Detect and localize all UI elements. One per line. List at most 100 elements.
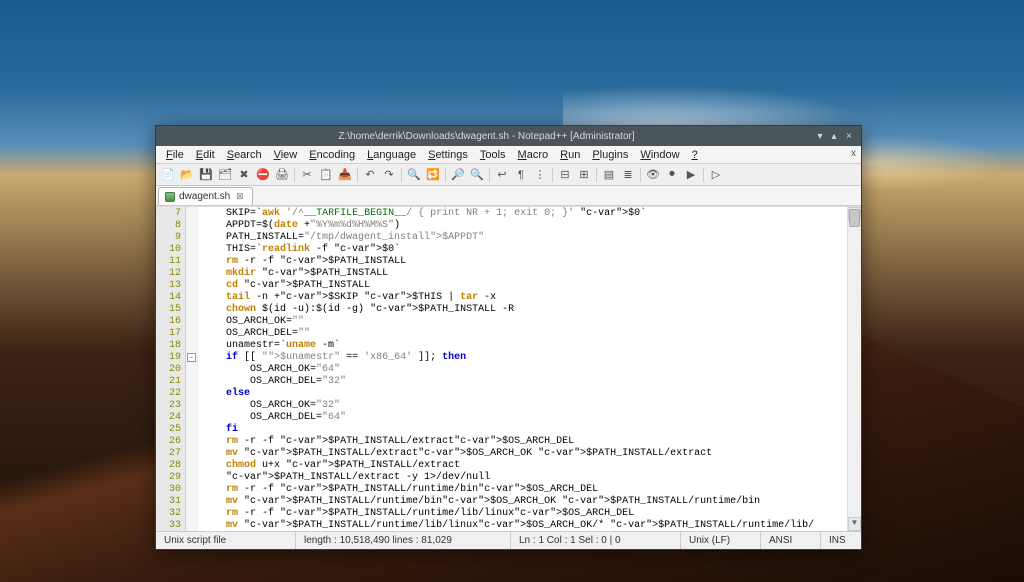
line-number: 8 — [156, 220, 181, 232]
code-line[interactable]: mv "c-var">$PATH_INSTALL/runtime/lib/lin… — [202, 520, 861, 531]
code-line[interactable]: OS_ARCH_OK="" — [202, 316, 861, 328]
status-insmode: INS — [821, 532, 861, 549]
status-filetype: Unix script file — [156, 532, 296, 549]
code-line[interactable]: OS_ARCH_DEL="64" — [202, 412, 861, 424]
fold-toggle[interactable]: - — [187, 353, 196, 362]
print-button[interactable]: 🖨 — [273, 166, 291, 184]
line-number: 12 — [156, 268, 181, 280]
code-line[interactable]: rm -r -f "c-var">$PATH_INSTALL/extract"c… — [202, 436, 861, 448]
zoom-out-button[interactable]: 🔍 — [468, 166, 486, 184]
line-number: 14 — [156, 292, 181, 304]
code-line[interactable]: chown $(id -u):$(id -g) "c-var">$PATH_IN… — [202, 304, 861, 316]
code-area[interactable]: SKIP=`awk '/^__TARFILE_BEGIN__/ { print … — [198, 207, 861, 531]
maximize-button[interactable]: ▴ — [827, 131, 841, 142]
code-line[interactable]: fi — [202, 424, 861, 436]
zoom-in-button[interactable]: 🔎 — [449, 166, 467, 184]
code-line[interactable]: OS_ARCH_DEL="32" — [202, 376, 861, 388]
menu-view[interactable]: View — [268, 149, 304, 161]
vertical-scrollbar[interactable]: ▲ ▼ — [847, 207, 861, 531]
close-button[interactable]: ✖ — [235, 166, 253, 184]
record-button[interactable]: ⏺ — [663, 166, 681, 184]
menu-edit[interactable]: Edit — [190, 149, 221, 161]
code-line[interactable]: OS_ARCH_DEL="" — [202, 328, 861, 340]
code-line[interactable]: tail -n +"c-var">$SKIP "c-var">$THIS | t… — [202, 292, 861, 304]
doc-map-button[interactable]: ▤ — [600, 166, 618, 184]
cut-button[interactable]: ✂ — [298, 166, 316, 184]
save-all-button[interactable]: 🗂 — [216, 166, 234, 184]
code-line[interactable]: rm -r -f "c-var">$PATH_INSTALL — [202, 256, 861, 268]
show-all-button[interactable]: ¶ — [512, 166, 530, 184]
menu-language[interactable]: Language — [361, 149, 422, 161]
status-encoding: ANSI — [761, 532, 821, 549]
notepadpp-window: Z:\home\derrik\Downloads\dwagent.sh - No… — [155, 125, 862, 550]
code-line[interactable]: THIS=`readlink -f "c-var">$0` — [202, 244, 861, 256]
fold-column: -- — [186, 207, 198, 531]
menu-run[interactable]: Run — [554, 149, 586, 161]
menu-macro[interactable]: Macro — [512, 149, 555, 161]
menu-?[interactable]: ? — [686, 149, 704, 161]
code-line[interactable]: rm -r -f "c-var">$PATH_INSTALL/runtime/l… — [202, 508, 861, 520]
menu-encoding[interactable]: Encoding — [303, 149, 361, 161]
monitor-button[interactable]: 👁 — [644, 166, 662, 184]
toolbar-separator — [552, 168, 553, 182]
code-line[interactable]: mkdir "c-var">$PATH_INSTALL — [202, 268, 861, 280]
menu-settings[interactable]: Settings — [422, 149, 474, 161]
line-number: 7 — [156, 208, 181, 220]
undo-button[interactable]: ↶ — [361, 166, 379, 184]
code-line[interactable]: cd "c-var">$PATH_INSTALL — [202, 280, 861, 292]
status-length: length : 10,518,490 lines : 81,029 — [296, 532, 511, 549]
play-button[interactable]: ▶ — [682, 166, 700, 184]
line-number: 33 — [156, 520, 181, 531]
open-button[interactable]: 📂 — [178, 166, 196, 184]
close-window-button[interactable]: × — [841, 131, 857, 142]
code-line[interactable]: if [[ "">$unamestr" == 'x86_64' ]]; then — [202, 352, 861, 364]
toolbar-separator — [596, 168, 597, 182]
line-gutter: 7891011121314151617181920212223242526272… — [156, 207, 186, 531]
tab-close-icon[interactable]: ⊠ — [236, 191, 244, 202]
code-line[interactable]: OS_ARCH_OK="32" — [202, 400, 861, 412]
code-line[interactable]: unamestr=`uname -m` — [202, 340, 861, 352]
fold-all-button[interactable]: ⊟ — [556, 166, 574, 184]
menu-window[interactable]: Window — [634, 149, 685, 161]
statusbar: Unix script file length : 10,518,490 lin… — [156, 531, 861, 549]
scroll-down-arrow[interactable]: ▼ — [848, 517, 861, 531]
paste-button[interactable]: 📥 — [336, 166, 354, 184]
code-line[interactable]: mv "c-var">$PATH_INSTALL/runtime/bin"c-v… — [202, 496, 861, 508]
toolbar-separator — [357, 168, 358, 182]
code-line[interactable]: else — [202, 388, 861, 400]
redo-button[interactable]: ↷ — [380, 166, 398, 184]
menu-tools[interactable]: Tools — [474, 149, 512, 161]
line-number: 19 — [156, 352, 181, 364]
toolbar-separator — [640, 168, 641, 182]
indent-guide-button[interactable]: ⋮ — [531, 166, 549, 184]
func-list-button[interactable]: ≣ — [619, 166, 637, 184]
menu-plugins[interactable]: Plugins — [586, 149, 634, 161]
new-file-button[interactable]: 📄 — [159, 166, 177, 184]
code-line[interactable]: mv "c-var">$PATH_INSTALL/extract"c-var">… — [202, 448, 861, 460]
line-number: 16 — [156, 316, 181, 328]
unfold-all-button[interactable]: ⊞ — [575, 166, 593, 184]
code-line[interactable]: OS_ARCH_OK="64" — [202, 364, 861, 376]
code-line[interactable]: APPDT=$(date +"%Y%m%d%H%M%S") — [202, 220, 861, 232]
scroll-thumb[interactable] — [849, 209, 860, 227]
wrap-button[interactable]: ↩ — [493, 166, 511, 184]
close-document-button[interactable]: x — [845, 148, 857, 160]
minimize-button[interactable]: ▾ — [813, 131, 827, 142]
code-line[interactable]: rm -r -f "c-var">$PATH_INSTALL/runtime/b… — [202, 484, 861, 496]
code-line[interactable]: SKIP=`awk '/^__TARFILE_BEGIN__/ { print … — [202, 208, 861, 220]
line-number: 10 — [156, 244, 181, 256]
file-tab[interactable]: dwagent.sh ⊠ — [158, 187, 253, 205]
line-number: 13 — [156, 280, 181, 292]
menu-search[interactable]: Search — [221, 149, 268, 161]
close-all-button[interactable]: ⛔ — [254, 166, 272, 184]
titlebar[interactable]: Z:\home\derrik\Downloads\dwagent.sh - No… — [156, 126, 861, 146]
copy-button[interactable]: 📋 — [317, 166, 335, 184]
find-button[interactable]: 🔍 — [405, 166, 423, 184]
code-line[interactable]: "c-var">$PATH_INSTALL/extract -y 1>/dev/… — [202, 472, 861, 484]
save-button[interactable]: 💾 — [197, 166, 215, 184]
code-line[interactable]: chmod u+x "c-var">$PATH_INSTALL/extract — [202, 460, 861, 472]
run-button[interactable]: ▷ — [707, 166, 725, 184]
code-line[interactable]: PATH_INSTALL="/tmp/dwagent_install">$APP… — [202, 232, 861, 244]
replace-button[interactable]: 🔁 — [424, 166, 442, 184]
menu-file[interactable]: File — [160, 149, 190, 161]
